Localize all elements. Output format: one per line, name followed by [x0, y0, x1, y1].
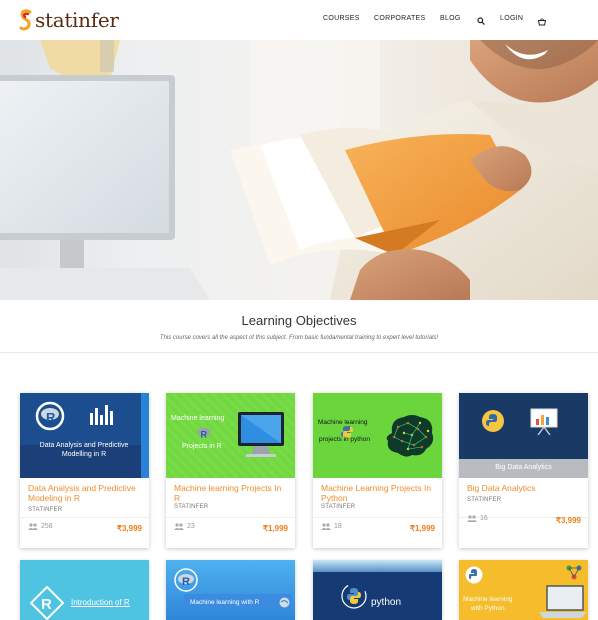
- nav-corporates[interactable]: CORPORATES: [374, 15, 426, 22]
- nav-login[interactable]: LOGIN: [500, 15, 523, 22]
- student-count: 16: [467, 515, 488, 522]
- thumbnail-caption: Data Analysis and Predictive Modelling i…: [39, 442, 129, 458]
- presentation-board-icon: [530, 408, 558, 435]
- student-count-value: 258: [41, 523, 53, 530]
- hero-banner: [0, 40, 598, 300]
- card-divider: [313, 517, 442, 518]
- thumbnail-caption: Machine learning with R: [190, 599, 260, 606]
- equalizer-icon: [90, 405, 113, 425]
- course-title[interactable]: Machine learning Projects In R: [174, 483, 289, 503]
- course-card[interactable]: R Data Analysis and Predictive Modelling…: [20, 393, 149, 548]
- course-author: STATINFER: [174, 504, 209, 510]
- section-divider: [0, 352, 598, 353]
- laptop-icon: [539, 585, 587, 618]
- course-title[interactable]: Data Analysis and Predictive Modeling in…: [28, 483, 143, 503]
- users-icon: [174, 523, 184, 530]
- thumbnail-caption: Introduction of R: [71, 598, 130, 607]
- course-author: STATINFER: [28, 507, 63, 513]
- r-logo-icon: R: [30, 586, 64, 620]
- search-icon[interactable]: [477, 13, 485, 31]
- course-card[interactable]: Machine learning with Python: [459, 560, 588, 620]
- learning-objectives-title: Learning Objectives: [241, 313, 357, 328]
- course-price: ₹1,999: [409, 524, 435, 533]
- course-thumbnail: Big Data Analytics: [459, 393, 588, 478]
- thumbnail-caption-2: with Python: [471, 605, 505, 612]
- python-badge-icon: [465, 566, 483, 584]
- users-icon: [321, 523, 331, 530]
- svg-text:R: R: [201, 430, 208, 440]
- python-badge-icon: [482, 410, 504, 432]
- statinfer-logo-icon: [19, 9, 32, 31]
- card-divider: [166, 517, 295, 518]
- svg-text:R: R: [46, 410, 56, 425]
- course-thumbnail: R Data Analysis and Predictive Modelling…: [20, 393, 149, 478]
- brain-icon: [386, 415, 434, 457]
- globe-icon: [279, 597, 290, 608]
- student-count-value: 18: [334, 523, 342, 530]
- thumbnail-caption-2: projects in python: [319, 436, 370, 443]
- thumbnail-caption-2: Projects in R: [182, 443, 222, 450]
- svg-text:R: R: [41, 596, 52, 613]
- thumbnail-caption-1: Machine learning: [171, 415, 225, 422]
- python-logo-icon: [341, 583, 367, 609]
- learning-objectives-subtitle: This course covers all the aspect of thi…: [159, 335, 439, 341]
- course-price: ₹3,999: [116, 524, 142, 533]
- course-card[interactable]: R Machine learning with R: [166, 560, 295, 620]
- course-card[interactable]: Machine learning projects in python Mach…: [313, 393, 442, 548]
- thumbnail-caption-1: Machine learning: [463, 596, 513, 603]
- nav-courses-link[interactable]: COURSES: [323, 15, 360, 22]
- svg-text:R: R: [182, 576, 190, 588]
- course-author: STATINFER: [467, 497, 502, 503]
- course-card[interactable]: Big Data Analytics Big Data Analytics ST…: [459, 393, 588, 548]
- course-card[interactable]: python: [313, 560, 442, 620]
- users-icon: [467, 515, 477, 522]
- network-icon: [566, 565, 582, 580]
- brand-name: statinfer: [35, 8, 119, 32]
- course-title[interactable]: Machine Learning Projects In Python: [321, 483, 436, 503]
- student-count-value: 16: [480, 515, 488, 522]
- course-title[interactable]: Big Data Analytics: [467, 483, 582, 494]
- users-icon: [28, 523, 38, 530]
- course-thumbnail: Machine learning R Projects in R: [166, 393, 295, 478]
- hero-image: [0, 40, 598, 300]
- student-count-value: 23: [187, 523, 195, 530]
- r-logo-icon: R: [35, 401, 65, 431]
- course-thumbnail: Machine learning projects in python: [313, 393, 442, 478]
- course-price: ₹1,999: [262, 524, 288, 533]
- course-price: ₹3,999: [555, 516, 581, 525]
- course-card[interactable]: R Introduction of R: [20, 560, 149, 620]
- student-count: 258: [28, 523, 53, 530]
- student-count: 23: [174, 523, 195, 530]
- thumbnail-caption: python: [371, 597, 402, 608]
- thumbnail-caption: Big Data Analytics: [495, 464, 552, 471]
- student-count: 18: [321, 523, 342, 530]
- r-logo-icon: R: [174, 568, 198, 592]
- course-author: STATINFER: [321, 504, 356, 510]
- brand-logo[interactable]: statinfer: [19, 6, 119, 34]
- r-logo-icon: R: [197, 427, 211, 440]
- site-header: statinfer COURSES CORPORATES BLOG LOGIN: [0, 0, 598, 40]
- monitor-icon: [238, 412, 284, 457]
- cart-icon[interactable]: [537, 13, 547, 31]
- course-card[interactable]: Machine learning R Projects in R Machine…: [166, 393, 295, 548]
- card-divider: [20, 517, 149, 518]
- nav-blog[interactable]: BLOG: [440, 15, 461, 22]
